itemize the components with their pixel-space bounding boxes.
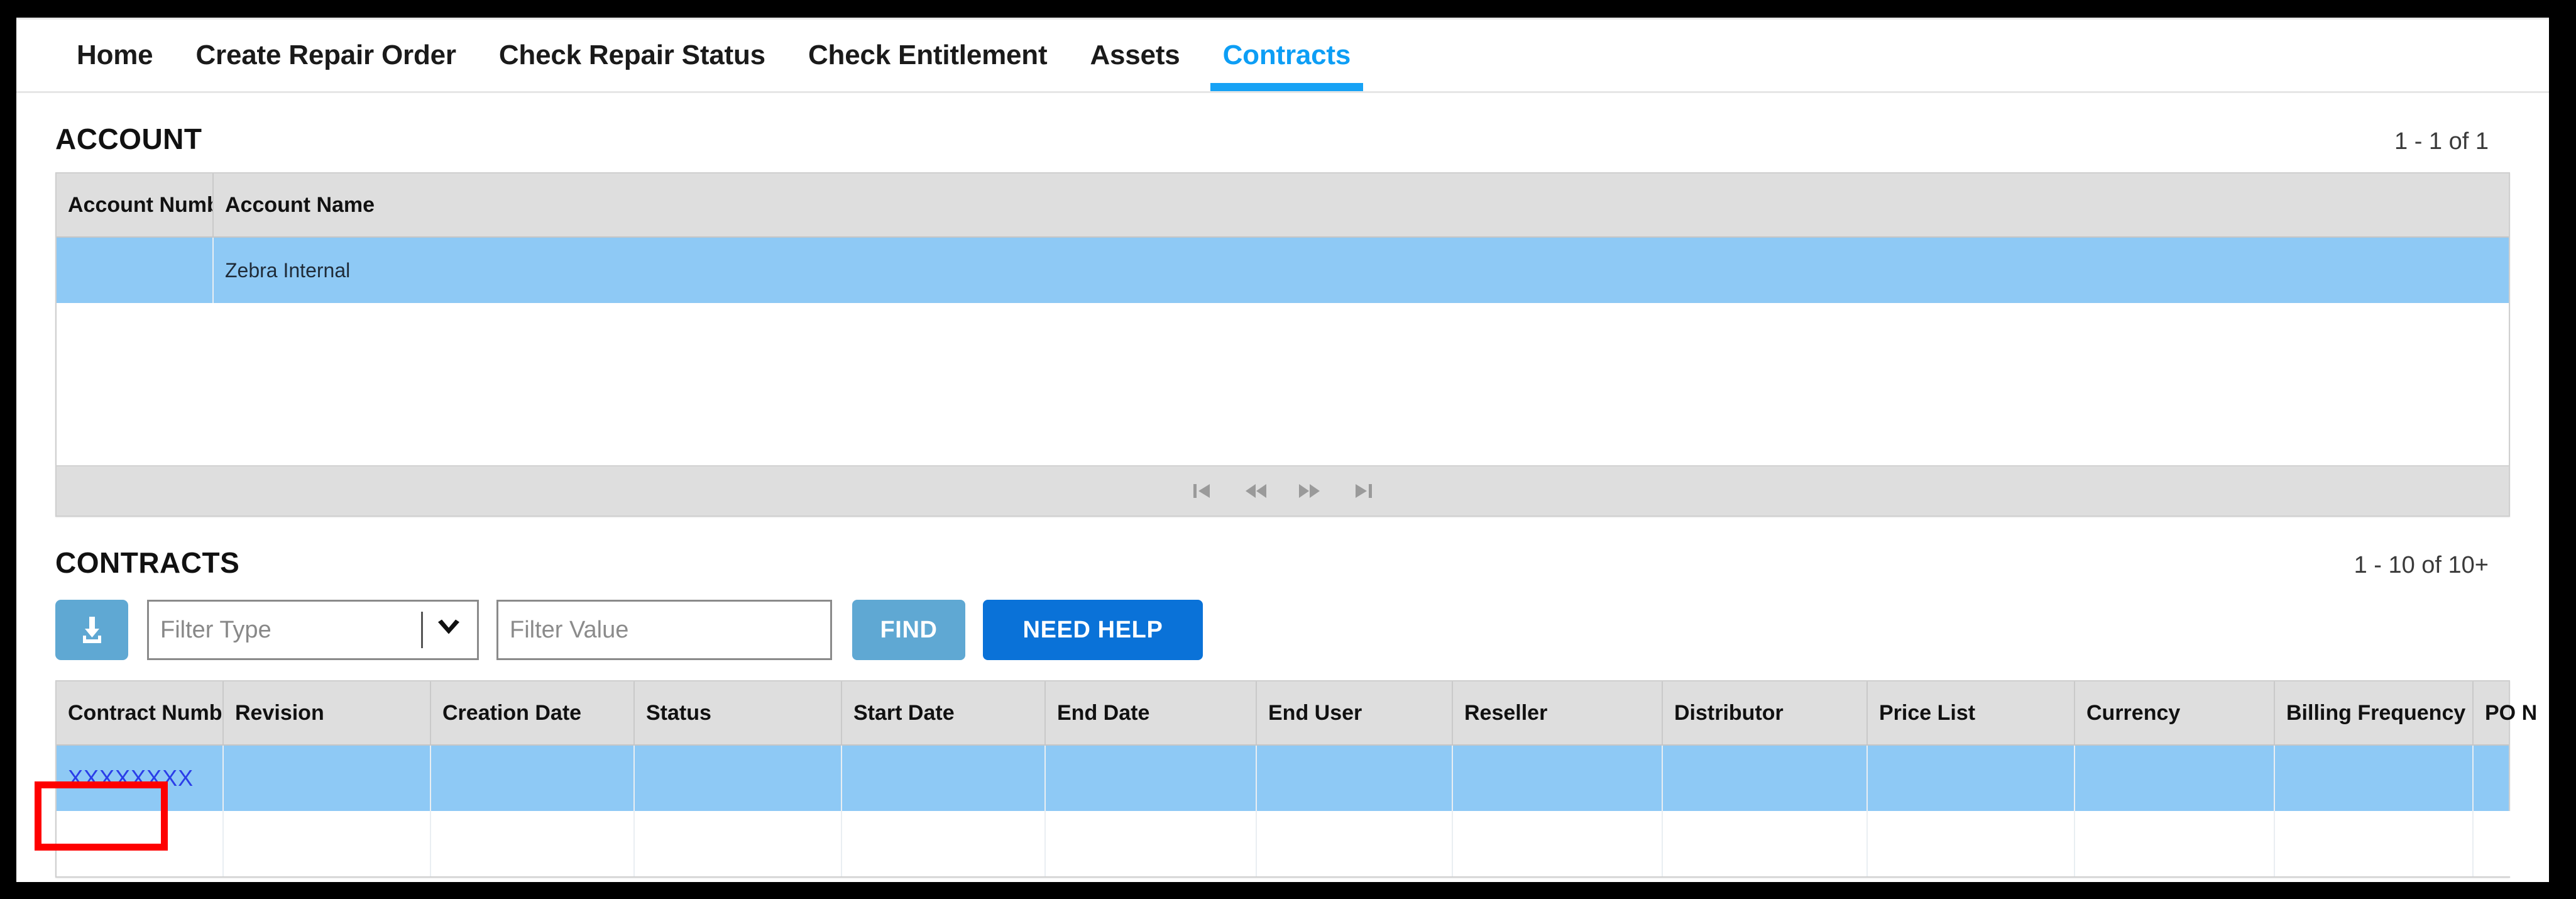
filter-value-placeholder: Filter Value [510,616,629,643]
contracts-cell-reseller [1453,746,1663,811]
account-grid: Account Number Account Name Zebra Intern… [55,172,2510,517]
contracts-cell-billing-frequency [2275,811,2474,876]
contracts-column-header-end-date[interactable]: End Date [1046,681,1257,744]
contracts-cell-currency [2075,811,2275,876]
contracts-toolbar: Filter Type Filter Value FIND NEED HELP [55,596,2510,680]
previous-page-icon[interactable] [1243,478,1268,504]
contracts-cell-reseller [1453,811,1663,876]
nav-tab-check-entitlement[interactable]: Check Entitlement [787,19,1068,91]
contracts-column-header-creation-date[interactable]: Creation Date [431,681,635,744]
need-help-button[interactable]: NEED HELP [983,600,1203,660]
application-page: Home Create Repair Order Check Repair St… [16,18,2549,882]
table-row[interactable] [57,811,2549,876]
contracts-cell-start-date [842,811,1046,876]
contracts-cell-po-number [2474,746,2549,811]
nav-tab-create-repair-order[interactable]: Create Repair Order [174,19,477,91]
select-divider [421,612,423,648]
last-page-icon[interactable] [1351,478,1376,504]
account-cell-account-name: Zebra Internal [225,258,351,282]
contracts-column-header-distributor[interactable]: Distributor [1663,681,1868,744]
nav-tab-home[interactable]: Home [55,19,174,91]
account-record-count: 1 - 1 of 1 [2394,128,2489,155]
contracts-column-header-end-user[interactable]: End User [1257,681,1453,744]
contracts-grid-body: XXXXXXXX [57,746,2549,876]
need-help-button-label: NEED HELP [1022,616,1163,643]
nav-tab-label: Check Entitlement [808,40,1048,70]
nav-tab-label: Contracts [1222,40,1351,70]
nav-tab-assets[interactable]: Assets [1068,19,1201,91]
first-page-icon[interactable] [1189,478,1214,504]
find-button[interactable]: FIND [852,600,965,660]
contracts-column-header-status[interactable]: Status [635,681,842,744]
download-icon [83,617,101,643]
account-grid-body: Zebra Internal [57,238,2509,303]
account-section-header: ACCOUNT 1 - 1 of 1 [16,93,2549,172]
contracts-cell-contract-number [57,811,224,876]
contracts-column-header-revision[interactable]: Revision [224,681,431,744]
contracts-cell-contract-number: XXXXXXXX [57,746,224,811]
contracts-cell-revision [224,811,431,876]
filter-type-value: Filter Type [160,616,271,643]
contracts-cell-price-list [1868,811,2075,876]
contracts-grid-header-row: Contract Number Revision Creation Date S… [57,681,2537,746]
contracts-section-header: CONTRACTS 1 - 10 of 10+ [16,517,2549,596]
contracts-cell-currency [2075,746,2275,811]
contracts-column-header-currency[interactable]: Currency [2075,681,2275,744]
contracts-cell-end-user [1257,811,1453,876]
chevron-down-icon [434,618,463,643]
contracts-cell-creation-date [431,811,635,876]
contracts-cell-distributor [1663,746,1868,811]
contracts-column-header-start-date[interactable]: Start Date [842,681,1046,744]
contracts-section-title: CONTRACTS [55,546,240,579]
contracts-cell-end-date [1046,811,1257,876]
contracts-cell-status [635,811,842,876]
main-navigation-bar: Home Create Repair Order Check Repair St… [16,18,2549,93]
nav-tab-label: Create Repair Order [195,40,456,70]
contracts-cell-creation-date [431,746,635,811]
account-cell-account-number [57,238,214,303]
contracts-column-header-billing-frequency[interactable]: Billing Frequency [2275,681,2474,744]
contracts-cell-status [635,746,842,811]
find-button-label: FIND [880,616,938,643]
contracts-cell-end-user [1257,746,1453,811]
contracts-column-header-price-list[interactable]: Price List [1868,681,2075,744]
account-column-header-account-number[interactable]: Account Number [57,174,214,236]
table-row[interactable]: XXXXXXXX [57,746,2509,811]
contracts-cell-start-date [842,746,1046,811]
screenshot-viewport: Home Create Repair Order Check Repair St… [0,0,2576,899]
nav-tab-label: Assets [1090,40,1180,70]
next-page-icon[interactable] [1297,478,1322,504]
account-grid-pager [57,465,2509,516]
filter-type-select[interactable]: Filter Type [147,600,479,660]
contracts-column-header-po-number[interactable]: PO N [2474,681,2549,744]
contract-number-link[interactable]: XXXXXXXX [68,765,194,791]
download-button[interactable] [55,600,128,660]
account-grid-header-row: Account Number Account Name [57,174,2509,238]
contracts-record-count: 1 - 10 of 10+ [2354,552,2489,578]
contracts-grid: Contract Number Revision Creation Date S… [55,680,2549,878]
contracts-cell-billing-frequency [2275,746,2474,811]
nav-tab-label: Home [77,40,153,70]
contracts-cell-price-list [1868,746,2075,811]
contracts-cell-po-number [2474,811,2549,876]
account-column-header-account-name[interactable]: Account Name [214,174,2509,236]
contracts-column-header-contract-number[interactable]: Contract Number [57,681,224,744]
filter-value-input[interactable]: Filter Value [496,600,832,660]
contracts-cell-end-date [1046,746,1257,811]
contracts-cell-distributor [1663,811,1868,876]
nav-tab-check-repair-status[interactable]: Check Repair Status [478,19,787,91]
account-table-row[interactable]: Zebra Internal [57,238,2509,303]
account-section-title: ACCOUNT [55,123,202,155]
account-grid-empty-area [57,303,2509,465]
nav-tab-label: Check Repair Status [498,40,765,70]
contracts-column-header-reseller[interactable]: Reseller [1453,681,1663,744]
nav-tab-contracts[interactable]: Contracts [1202,19,1373,91]
contracts-cell-revision [224,746,431,811]
